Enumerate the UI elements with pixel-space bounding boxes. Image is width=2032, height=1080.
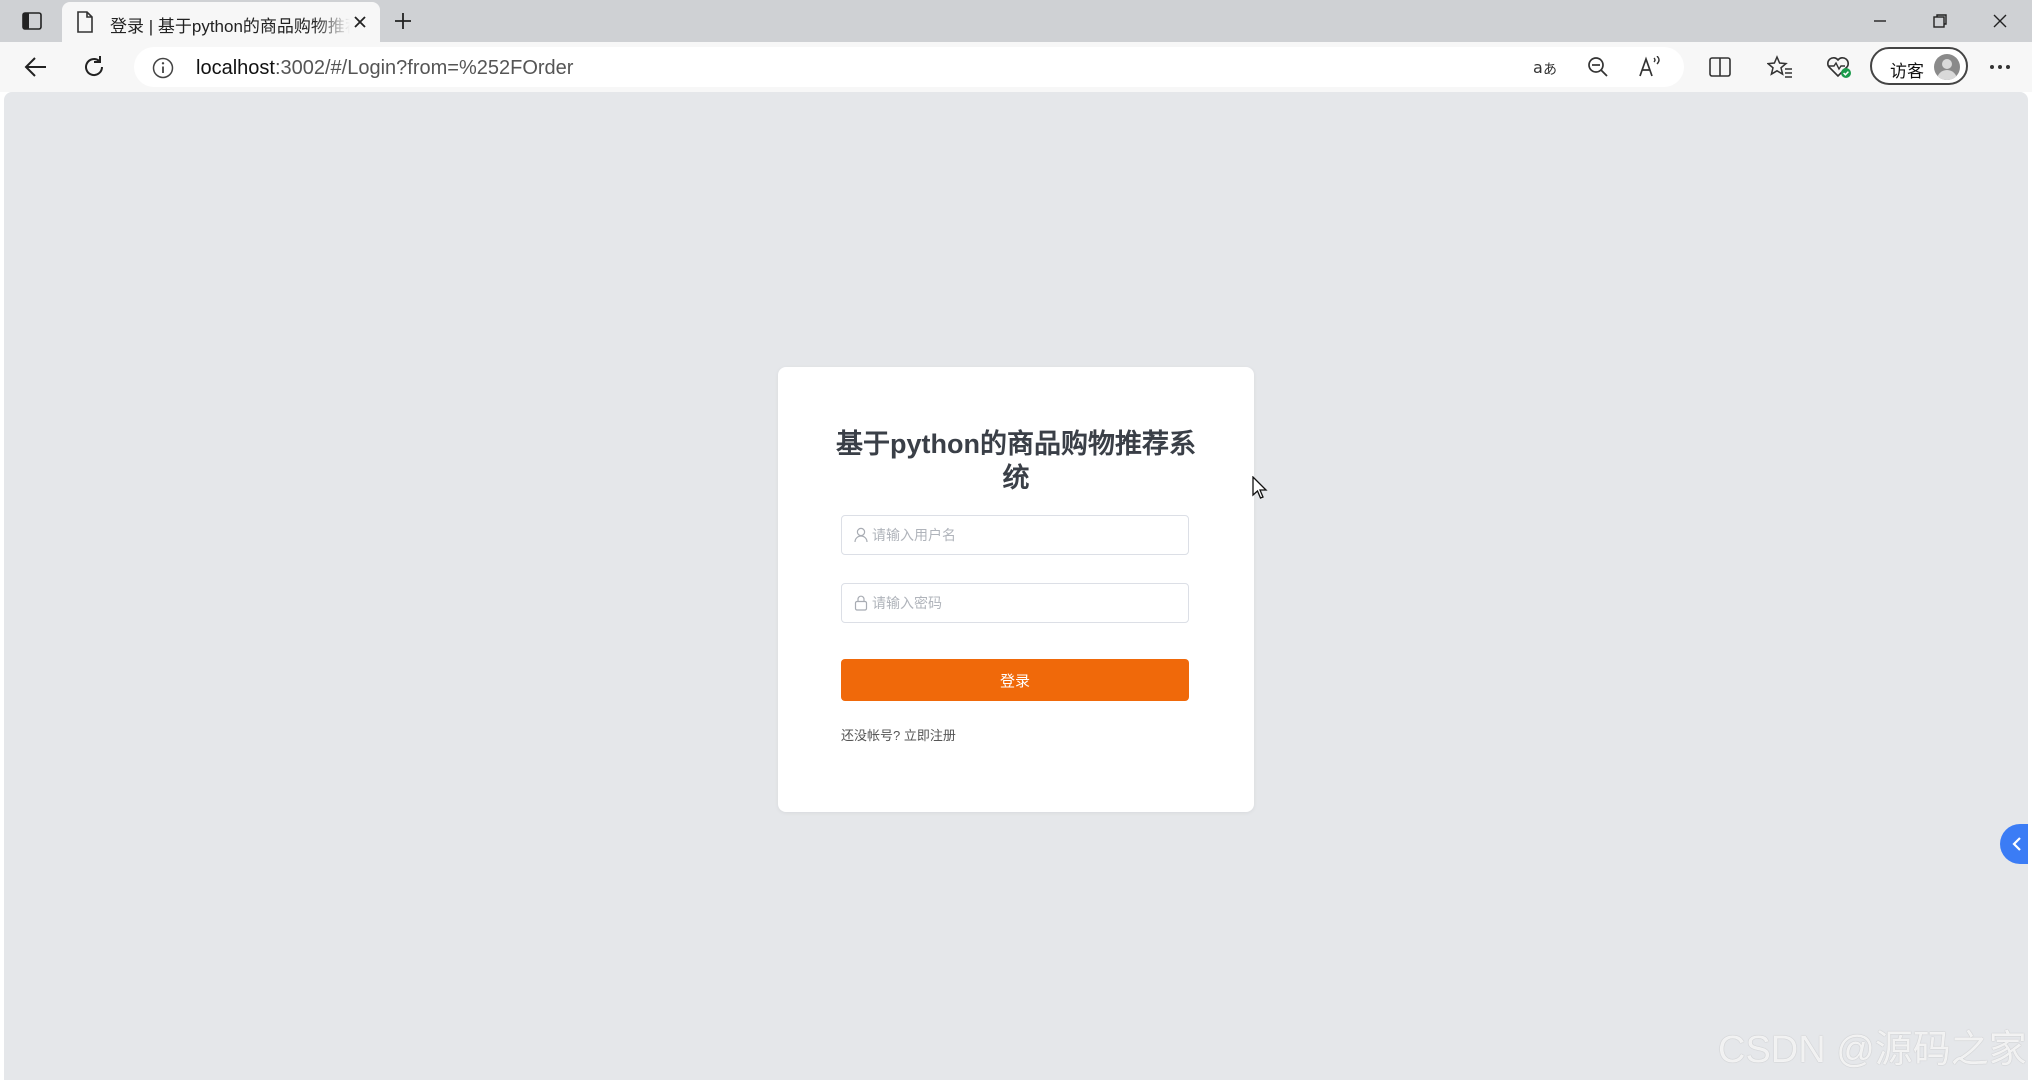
- tab-title: 登录 | 基于python的商品购物推荐系统: [110, 17, 350, 36]
- page-icon: [77, 11, 93, 33]
- split-screen-icon: [1709, 57, 1731, 77]
- tab-close-button[interactable]: [350, 12, 370, 32]
- split-screen-button[interactable]: [1700, 47, 1740, 87]
- user-icon: [854, 527, 868, 543]
- translate-icon: a あ: [1533, 58, 1557, 77]
- browser-essentials-button[interactable]: [1819, 47, 1859, 87]
- back-arrow-icon: [24, 57, 46, 77]
- browser-tab-active[interactable]: 登录 | 基于python的商品购物推荐系统: [62, 2, 380, 42]
- minimize-icon: [1874, 20, 1886, 22]
- browser-toolbar: localhost:3002/#/Login?from=%252FOrder a…: [0, 42, 2032, 92]
- login-title: 基于python的商品购物推荐系统: [836, 429, 1196, 493]
- url-text[interactable]: localhost:3002/#/Login?from=%252FOrder: [196, 57, 573, 80]
- more-icon: [1990, 65, 2010, 69]
- url-host: localhost: [196, 57, 275, 79]
- favorites-icon: [1767, 55, 1792, 78]
- close-icon: [354, 16, 366, 28]
- zoom-out-icon: [1588, 57, 1608, 77]
- password-input[interactable]: [872, 584, 1172, 622]
- translate-button[interactable]: a あ: [1526, 52, 1566, 82]
- more-menu-button[interactable]: [1980, 47, 2020, 87]
- minimize-button[interactable]: [1850, 0, 1910, 42]
- lock-icon: [854, 595, 868, 611]
- plus-icon: [395, 13, 411, 29]
- avatar: [1934, 54, 1960, 80]
- register-prompt: 还没帐号? 立即注册: [841, 725, 956, 744]
- svg-text:a: a: [1533, 58, 1543, 77]
- login-card: 基于python的商品购物推荐系统 登录 还没帐号? 立即注册: [778, 367, 1254, 812]
- register-prompt-text: 还没帐号?: [841, 728, 904, 743]
- read-aloud-icon: [1639, 56, 1660, 77]
- password-field[interactable]: [841, 583, 1189, 623]
- back-button[interactable]: [16, 47, 56, 87]
- zoom-out-button[interactable]: [1578, 52, 1618, 82]
- profile-label: 访客: [1890, 62, 1924, 81]
- new-tab-button[interactable]: [388, 6, 418, 36]
- sidebar-toggle-button[interactable]: [2000, 824, 2028, 864]
- tab-actions-button[interactable]: [12, 6, 52, 36]
- register-link[interactable]: 立即注册: [904, 728, 956, 743]
- info-icon[interactable]: [152, 57, 174, 79]
- chevron-left-icon: [2012, 837, 2021, 851]
- tab-actions-icon: [22, 12, 42, 30]
- refresh-icon: [85, 56, 104, 76]
- user-avatar-icon: [1937, 59, 1957, 80]
- mouse-cursor-icon: [1252, 476, 1268, 499]
- watermark: CSDN @源码之家: [1718, 1029, 2027, 1071]
- favorites-button[interactable]: [1760, 47, 1800, 87]
- refresh-button[interactable]: [74, 47, 114, 87]
- close-window-button[interactable]: [1970, 0, 2030, 42]
- browser-tab-strip: 登录 | 基于python的商品购物推荐系统: [0, 0, 2032, 42]
- heart-pulse-icon: [1827, 57, 1851, 78]
- username-field[interactable]: [841, 515, 1189, 555]
- login-button[interactable]: 登录: [841, 659, 1189, 701]
- restore-icon: [1933, 14, 1947, 28]
- profile-button[interactable]: 访客: [1870, 47, 1968, 85]
- username-input[interactable]: [872, 516, 1172, 554]
- svg-text:あ: あ: [1543, 62, 1557, 77]
- page-viewport: 基于python的商品购物推荐系统 登录 还没帐号? 立即注册: [4, 92, 2028, 1080]
- url-path: :3002/#/Login?from=%252FOrder: [274, 57, 574, 79]
- restore-button[interactable]: [1910, 0, 1970, 42]
- address-bar[interactable]: localhost:3002/#/Login?from=%252FOrder a…: [134, 47, 1684, 87]
- close-icon: [1993, 14, 2007, 28]
- read-aloud-button[interactable]: [1630, 52, 1670, 82]
